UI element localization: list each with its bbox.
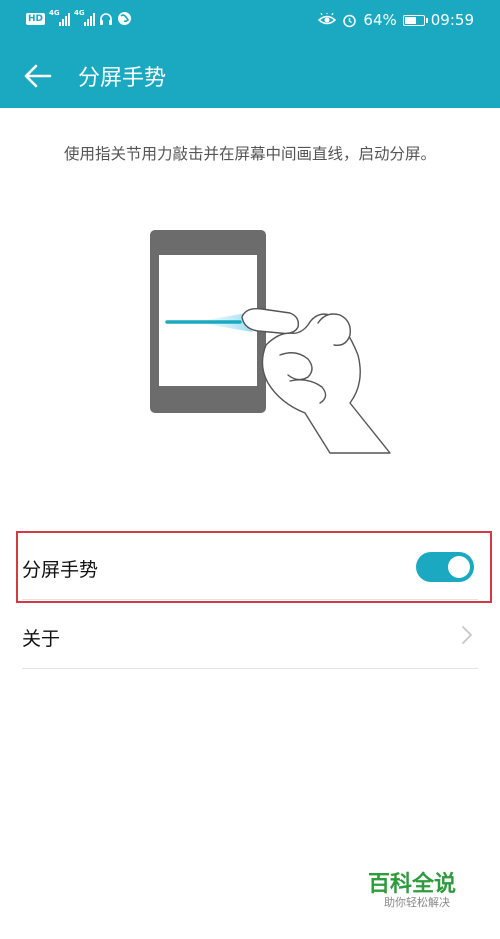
back-button[interactable] (18, 56, 58, 96)
battery-level-fill (404, 16, 416, 24)
split-screen-gesture-illustration (150, 230, 391, 454)
about-label: 关于 (22, 628, 61, 650)
signal-1-tag: 4G (49, 8, 60, 17)
globe-icon (118, 12, 132, 25)
signal-1-icon: 4G (49, 8, 71, 26)
status-left-icons: HD 4G 4G (26, 8, 132, 26)
watermark-slogan: 助你轻松解决 (384, 896, 450, 909)
back-arrow-icon (24, 64, 52, 88)
battery-percent: 64% (363, 11, 397, 29)
status-right-icons: 64% 09:59 (318, 11, 474, 29)
highlight-box (16, 531, 492, 603)
gesture-description: 使用指关节用力敲击并在屏幕中间画直线，启动分屏。 (63, 145, 436, 163)
page-title: 分屏手势 (78, 66, 167, 91)
eye-comfort-icon (318, 13, 337, 25)
app-bar: 分屏手势 (0, 42, 500, 108)
signal-2-icon: 4G (74, 8, 96, 26)
hd-badge: HD (26, 12, 46, 25)
battery-icon (402, 14, 428, 26)
alarm-icon (343, 14, 357, 27)
signal-2-tag: 4G (74, 8, 85, 17)
chevron-right-icon (462, 626, 472, 644)
status-bar: HD 4G 4G 64% 09:59 (0, 0, 500, 42)
clock: 09:59 (430, 11, 474, 29)
about-setting-row[interactable]: 关于 (22, 604, 478, 669)
headset-icon (100, 12, 113, 25)
